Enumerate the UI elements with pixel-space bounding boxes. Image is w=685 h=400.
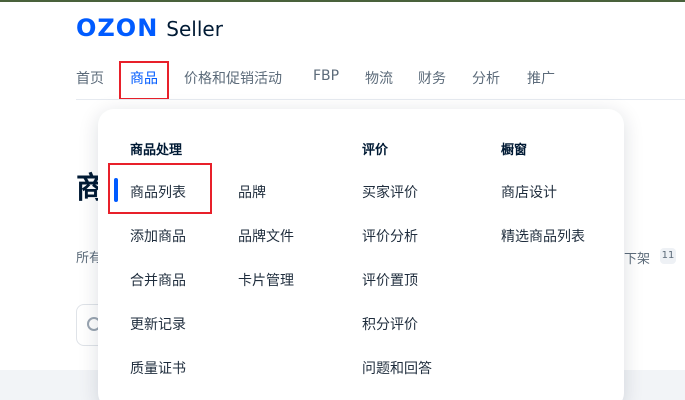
menu-item-points-for-reviews[interactable]: 积分评价 [362,314,418,334]
menu-item-pinned-reviews[interactable]: 评价置顶 [362,270,418,290]
nav-item-logistics[interactable]: 物流 [365,68,393,88]
column-header-reviews: 评价 [362,143,389,158]
nav-item-promotion[interactable]: 推广 [527,68,555,88]
menu-item-update-history[interactable]: 更新记录 [130,314,186,334]
logo-seller-text: Seller [166,17,223,41]
nav-divider [76,99,685,100]
menu-item-brands[interactable]: 品牌 [238,182,266,202]
tab-archived[interactable]: 下架 [624,248,650,267]
archived-count-badge: 11 [660,248,676,264]
column-header-showcase: 橱窗 [501,143,528,158]
menu-item-brand-documents[interactable]: 品牌文件 [238,226,294,246]
nav-item-fbp[interactable]: FBP [313,68,339,84]
nav-item-home[interactable]: 首页 [76,68,104,88]
menu-item-review-analytics[interactable]: 评价分析 [362,226,418,246]
top-border [0,0,685,2]
menu-item-questions-answers[interactable]: 问题和回答 [362,358,432,378]
nav-item-finance[interactable]: 财务 [418,68,446,88]
ozon-seller-logo[interactable]: OZON Seller [76,14,223,42]
menu-item-add-product[interactable]: 添加商品 [130,226,186,246]
column-header-product-handling: 商品处理 [130,143,183,158]
menu-item-card-management[interactable]: 卡片管理 [238,270,294,290]
menu-item-merge-products[interactable]: 合并商品 [130,270,186,290]
product-list-highlight-box [108,163,212,214]
nav-item-pricing-promos[interactable]: 价格和促销活动 [184,68,282,88]
menu-item-quality-certificates[interactable]: 质量证书 [130,358,186,378]
menu-item-buyer-reviews[interactable]: 买家评价 [362,182,418,202]
menu-item-featured-products[interactable]: 精选商品列表 [501,226,585,246]
menu-item-store-design[interactable]: 商店设计 [501,182,557,202]
logo-ozon-text: OZON [76,14,159,42]
nav-products-highlight-box [119,61,169,100]
nav-item-analytics[interactable]: 分析 [472,68,500,88]
